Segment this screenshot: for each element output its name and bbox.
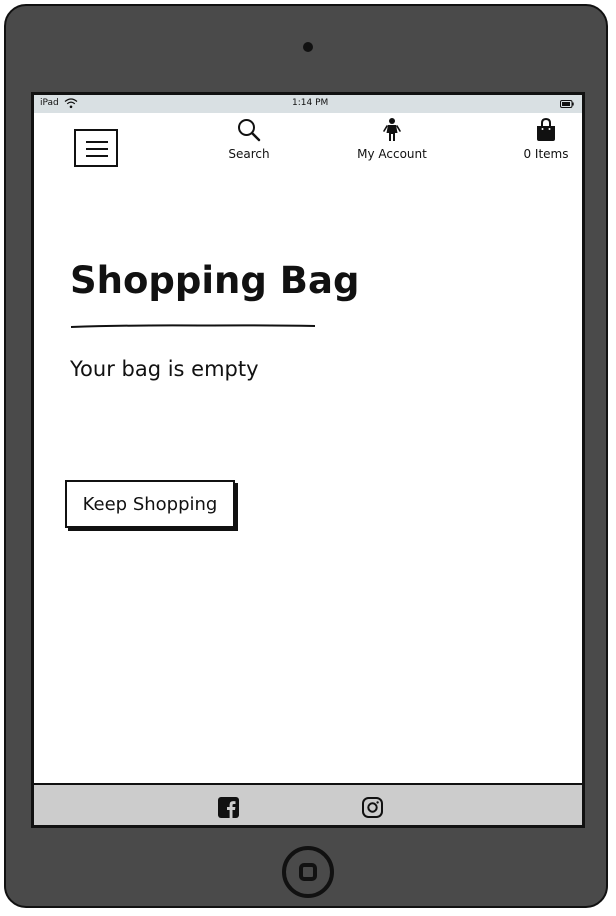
facebook-icon[interactable] <box>218 797 239 818</box>
status-device-name: iPad <box>40 98 59 108</box>
wifi-icon <box>64 98 78 109</box>
camera-dot <box>303 42 313 52</box>
shopping-bag-icon <box>537 117 555 141</box>
screen: iPad 1:14 PM Search My Account 0 Items S… <box>31 92 585 828</box>
home-button-icon <box>299 863 317 881</box>
battery-icon <box>560 100 574 108</box>
page-title: Shopping Bag <box>70 259 360 302</box>
nav-my-account[interactable]: My Account <box>352 117 432 161</box>
instagram-icon[interactable] <box>362 797 383 818</box>
search-icon <box>238 119 261 142</box>
title-underline <box>70 324 316 328</box>
nav-search-label: Search <box>228 147 270 161</box>
status-bar: iPad 1:14 PM <box>34 95 582 113</box>
status-time: 1:14 PM <box>292 98 329 108</box>
empty-bag-message: Your bag is empty <box>70 357 259 381</box>
keep-shopping-button[interactable]: Keep Shopping <box>65 480 235 528</box>
nav-account-label: My Account <box>357 147 427 161</box>
nav-bag-label: 0 Items <box>523 147 569 161</box>
ipad-frame: iPad 1:14 PM Search My Account 0 Items S… <box>4 4 608 908</box>
home-button[interactable] <box>282 846 334 898</box>
person-icon <box>383 118 401 141</box>
footer <box>34 783 582 825</box>
menu-button[interactable] <box>74 129 118 167</box>
nav-bag[interactable]: 0 Items <box>516 117 576 161</box>
nav-search[interactable]: Search <box>214 117 284 161</box>
